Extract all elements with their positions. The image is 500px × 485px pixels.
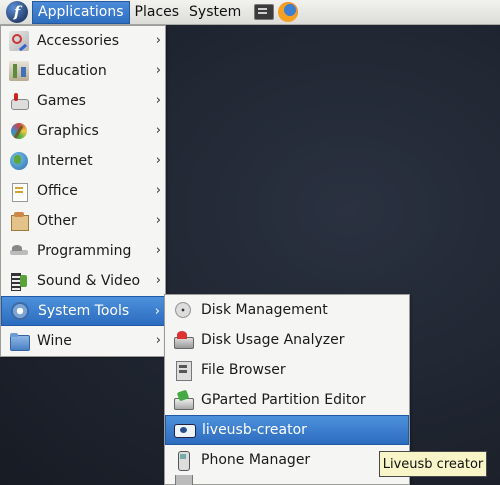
menu-item-gparted[interactable]: GParted Partition Editor <box>165 385 409 415</box>
menu-item-label: Wine <box>37 333 72 349</box>
top-panel: f Applications Places System <box>0 0 500 25</box>
internet-icon <box>9 151 29 171</box>
chevron-right-icon: › <box>155 93 161 108</box>
fedora-logo-icon[interactable]: f <box>6 1 28 23</box>
menu-item-label: Disk Management <box>201 302 328 318</box>
menu-item-sound-video[interactable]: Sound & Video › <box>1 266 165 296</box>
menu-item-system-tools[interactable]: System Tools › <box>1 296 165 326</box>
menu-item-education[interactable]: Education › <box>1 56 165 86</box>
menu-item-wine[interactable]: Wine › <box>1 326 165 356</box>
menu-item-disk-usage-analyzer[interactable]: Disk Usage Analyzer <box>165 325 409 355</box>
menu-item-label: Games <box>37 93 86 109</box>
menu-item-label: Graphics <box>37 123 99 139</box>
liveusb-icon <box>174 420 196 440</box>
menu-item-graphics[interactable]: Graphics › <box>1 116 165 146</box>
chevron-right-icon: › <box>155 63 161 78</box>
menu-item-label: Accessories <box>37 33 120 49</box>
graphics-icon <box>9 121 29 141</box>
other-icon <box>9 211 29 231</box>
menu-item-programming[interactable]: Programming › <box>1 236 165 266</box>
disk-icon <box>173 300 193 320</box>
applications-menu-button[interactable]: Applications <box>32 0 130 24</box>
menu-item-label: System Tools <box>38 303 130 319</box>
education-icon <box>9 61 29 81</box>
sound-video-icon <box>9 271 29 291</box>
menu-item-other[interactable]: Other › <box>1 206 165 236</box>
programming-icon <box>9 241 29 261</box>
menu-item-label: Programming <box>37 243 132 259</box>
phone-icon <box>173 450 193 471</box>
menu-item-internet[interactable]: Internet › <box>1 146 165 176</box>
menu-item-liveusb-creator[interactable]: liveusb-creator <box>165 415 409 445</box>
file-browser-icon <box>173 360 193 381</box>
office-icon <box>9 181 29 202</box>
menu-item-accessories[interactable]: Accessories › <box>1 26 165 56</box>
system-tools-submenu: Disk Management Disk Usage Analyzer File… <box>164 294 410 485</box>
menu-item-partially-visible[interactable] <box>165 475 409 485</box>
menu-item-label: Internet <box>37 153 93 169</box>
menu-item-label: Disk Usage Analyzer <box>201 332 345 348</box>
chevron-right-icon: › <box>155 153 161 168</box>
menu-item-label: Sound & Video <box>37 273 141 289</box>
menu-item-label: Education <box>37 63 107 79</box>
menu-item-label: Office <box>37 183 78 199</box>
menu-item-office[interactable]: Office › <box>1 176 165 206</box>
menu-item-games[interactable]: Games › <box>1 86 165 116</box>
menu-item-file-browser[interactable]: File Browser <box>165 355 409 385</box>
chevron-right-icon: › <box>155 243 161 258</box>
system-tools-icon <box>10 301 30 321</box>
menu-item-phone-manager[interactable]: Phone Manager <box>165 445 409 475</box>
places-menu-button[interactable]: Places <box>130 1 185 24</box>
chevron-right-icon: › <box>155 213 161 228</box>
menu-item-label: File Browser <box>201 362 286 378</box>
chevron-right-icon: › <box>155 273 161 288</box>
firefox-icon[interactable] <box>278 2 299 22</box>
wine-folder-icon <box>9 331 30 351</box>
chevron-right-icon: › <box>155 183 161 198</box>
system-menu-button[interactable]: System <box>184 1 246 24</box>
tooltip: Liveusb creator <box>379 451 487 477</box>
menu-item-label: Other <box>37 213 77 229</box>
chevron-right-icon: › <box>155 333 161 348</box>
chevron-right-icon: › <box>154 304 160 319</box>
menu-item-label: Phone Manager <box>201 452 311 468</box>
chevron-right-icon: › <box>155 33 161 48</box>
games-icon <box>9 91 29 111</box>
application-icon <box>173 475 193 485</box>
applications-menu: Accessories › Education › Games › Graphi… <box>0 25 166 357</box>
disk-usage-icon <box>173 330 194 350</box>
menu-item-label: GParted Partition Editor <box>201 392 366 408</box>
gparted-icon <box>173 390 194 410</box>
menu-item-disk-management[interactable]: Disk Management <box>165 295 409 325</box>
accessories-icon <box>9 31 29 51</box>
menu-item-label: liveusb-creator <box>202 422 307 438</box>
terminal-icon[interactable] <box>254 4 275 20</box>
chevron-right-icon: › <box>155 123 161 138</box>
